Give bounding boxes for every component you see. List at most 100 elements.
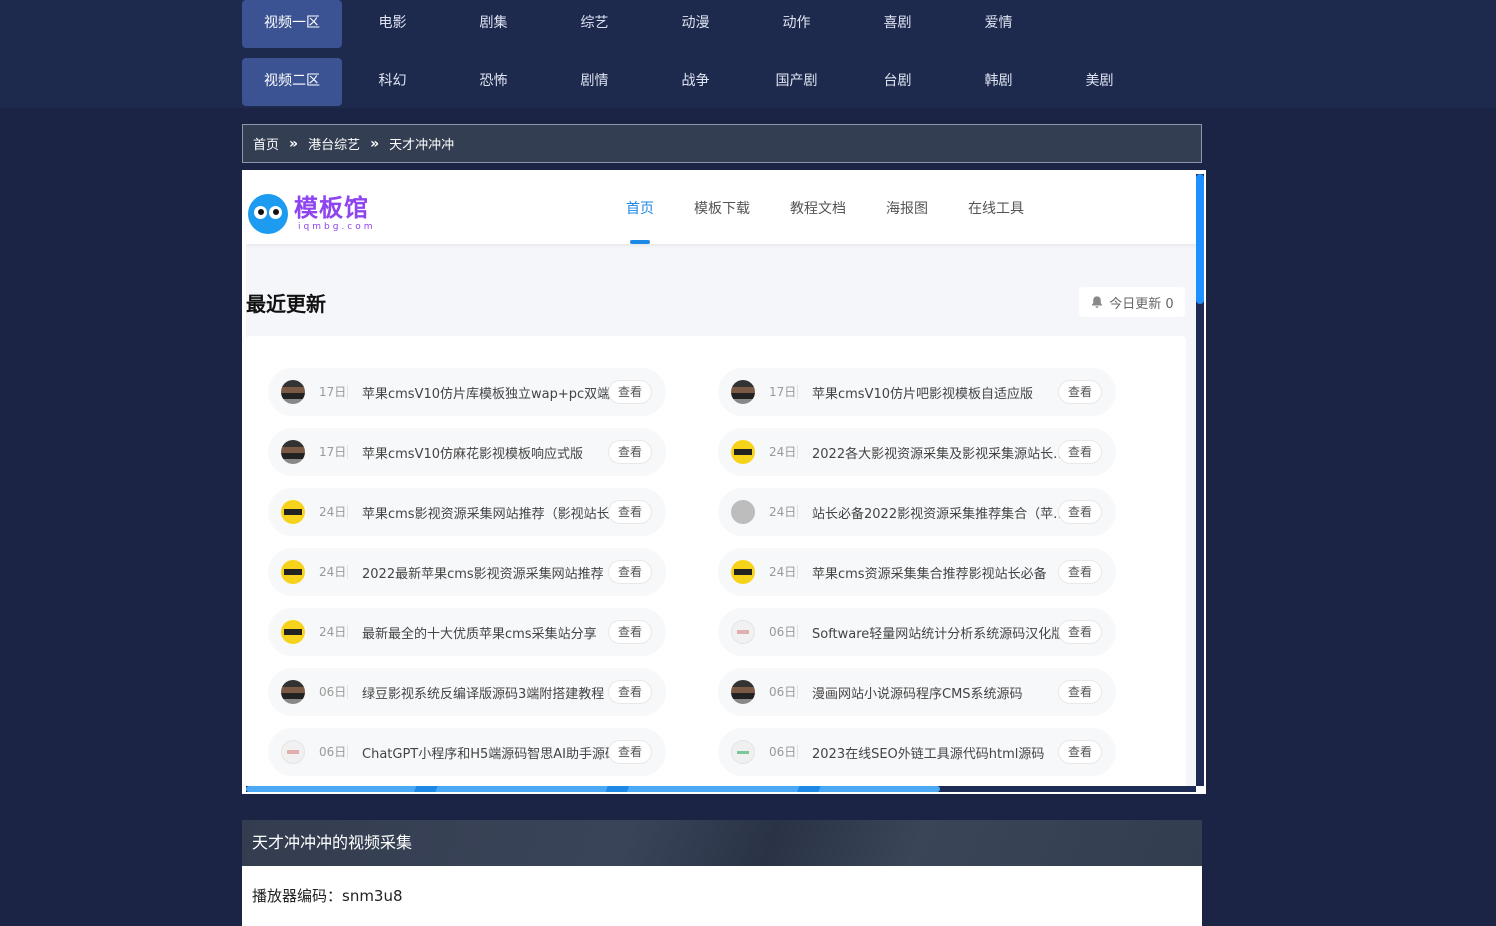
category-link[interactable]: 剧集 <box>443 0 544 48</box>
item-date: 24日 <box>769 445 798 459</box>
view-button[interactable]: 查看 <box>608 380 652 404</box>
vertical-scrollbar[interactable] <box>1196 174 1204 786</box>
list-item[interactable]: 17日 苹果cmsV10仿片吧影视模板自适应版 查看 <box>718 368 1116 416</box>
category-link[interactable]: 剧情 <box>544 58 645 106</box>
item-date: 06日 <box>319 685 348 699</box>
item-title-link[interactable]: 苹果cmsV10仿片库模板独立wap+pc双端 <box>362 383 624 402</box>
view-button[interactable]: 查看 <box>608 680 652 704</box>
site-nav-item[interactable]: 首页 <box>606 174 674 244</box>
view-button[interactable]: 查看 <box>1058 500 1102 524</box>
item-date: 24日 <box>319 565 348 579</box>
view-button[interactable]: 查看 <box>608 440 652 464</box>
item-date: 24日 <box>319 505 348 519</box>
category-nav-row-2: 视频二区 科幻 恐怖 剧情 战争 国产剧 台剧 韩剧 美剧 <box>242 58 1150 106</box>
vertical-scrollbar-thumb[interactable] <box>1196 174 1204 304</box>
site-nav-item[interactable]: 海报图 <box>866 174 948 244</box>
thumbnail-avatar <box>731 440 755 464</box>
item-title-link[interactable]: 苹果cms影视资源采集网站推荐（影视站长必备） <box>362 503 624 522</box>
list-item[interactable]: 24日 最新最全的十大优质苹果cms采集站分享 查看 <box>268 608 666 656</box>
breadcrumb-home[interactable]: 首页 <box>253 134 279 153</box>
view-button[interactable]: 查看 <box>1058 680 1102 704</box>
view-button[interactable]: 查看 <box>608 740 652 764</box>
item-title-link[interactable]: 站长必备2022影视资源采集推荐集合（苹果cms） <box>812 503 1074 522</box>
category-link[interactable]: 综艺 <box>544 0 645 48</box>
category-link[interactable]: 爱情 <box>948 0 1049 48</box>
item-date: 06日 <box>769 745 798 759</box>
category-link[interactable]: 恐怖 <box>443 58 544 106</box>
today-updates-badge[interactable]: 今日更新 0 <box>1079 287 1185 317</box>
item-title-link[interactable]: 绿豆影视系统反编译版源码3端附搭建教程 <box>362 683 624 702</box>
list-item[interactable]: 24日站长必备2022影视资源采集推荐集合（苹果cms）查看 <box>718 488 1116 536</box>
list-item[interactable]: 24日 2022最新苹果cms影视资源采集网站推荐 查看 <box>268 548 666 596</box>
view-button[interactable]: 查看 <box>1058 560 1102 584</box>
embedded-page: 模板馆 iqmbg.com 首页 模板下载 教程文档 海报图 在线工具 最近更新 今日更… <box>246 174 1196 786</box>
thumbnail-avatar <box>731 380 755 404</box>
item-title-link[interactable]: 2023在线SEO外链工具源代码html源码 <box>812 743 1074 762</box>
item-title-link[interactable]: 苹果cmsV10仿麻花影视模板响应式版 <box>362 443 624 462</box>
category-link[interactable]: 喜剧 <box>847 0 948 48</box>
list-item[interactable]: 17日 苹果cmsV10仿麻花影视模板响应式版 查看 <box>268 428 666 476</box>
thumbnail-avatar <box>281 440 305 464</box>
horizontal-scrollbar-thumb[interactable] <box>246 786 940 792</box>
view-button[interactable]: 查看 <box>608 500 652 524</box>
thumbnail-avatar <box>731 680 755 704</box>
thumbnail-avatar <box>731 740 755 764</box>
player-code: 播放器编码：snm3u8 <box>252 887 403 905</box>
item-title-link[interactable]: 最新最全的十大优质苹果cms采集站分享 <box>362 623 624 642</box>
row1-zone-button[interactable]: 视频一区 <box>242 0 342 48</box>
item-date: 06日 <box>319 745 348 759</box>
logo-domain: iqmbg.com <box>298 222 376 232</box>
breadcrumb-separator: » <box>289 135 299 152</box>
breadcrumb-category[interactable]: 港台综艺 <box>308 134 360 153</box>
row2-zone-button[interactable]: 视频二区 <box>242 58 342 106</box>
thumbnail-avatar <box>731 560 755 584</box>
view-button[interactable]: 查看 <box>608 560 652 584</box>
list-item[interactable]: 06日 绿豆影视系统反编译版源码3端附搭建教程 查看 <box>268 668 666 716</box>
breadcrumb-separator: » <box>370 135 380 152</box>
item-title-link[interactable]: ChatGPT小程序和H5端源码智思AI助手源码 <box>362 743 624 762</box>
list-item[interactable]: 17日 苹果cmsV10仿片库模板独立wap+pc双端 查看 <box>268 368 666 416</box>
category-link[interactable]: 台剧 <box>847 58 948 106</box>
recent-updates-list: 17日 苹果cmsV10仿片库模板独立wap+pc双端 查看 17日 苹果cmsV10仿… <box>246 336 1186 786</box>
list-item[interactable]: 24日 苹果cms影视资源采集网站推荐（影视站长必备） 查看 <box>268 488 666 536</box>
site-nav-item[interactable]: 教程文档 <box>770 174 866 244</box>
item-date: 24日 <box>319 625 348 639</box>
list-item[interactable]: 24日 苹果cms资源采集集合推荐影视站长必备 查看 <box>718 548 1116 596</box>
item-title-link[interactable]: Software轻量网站统计分析系统源码汉化版 <box>812 623 1074 642</box>
category-link[interactable]: 战争 <box>645 58 746 106</box>
list-item[interactable]: 06日 Software轻量网站统计分析系统源码汉化版 查看 <box>718 608 1116 656</box>
item-title-link[interactable]: 漫画网站小说源码程序CMS系统源码 <box>812 683 1074 702</box>
recent-updates-title: 最近更新 <box>246 292 326 316</box>
list-item[interactable]: 06日 ChatGPT小程序和H5端源码智思AI助手源码 查看 <box>268 728 666 776</box>
list-item[interactable]: 06日 漫画网站小说源码程序CMS系统源码 查看 <box>718 668 1116 716</box>
video-collection-header: 天才冲冲冲的视频采集 <box>242 820 1202 866</box>
site-logo[interactable]: 模板馆 iqmbg.com <box>248 194 376 238</box>
thumbnail-avatar <box>281 500 305 524</box>
item-title-link[interactable]: 苹果cmsV10仿片吧影视模板自适应版 <box>812 383 1074 402</box>
list-item[interactable]: 24日 2022各大影视资源采集及影视采集源站长必备 查看 <box>718 428 1116 476</box>
category-link[interactable]: 韩剧 <box>948 58 1049 106</box>
category-link[interactable]: 国产剧 <box>746 58 847 106</box>
category-link[interactable]: 动作 <box>746 0 847 48</box>
site-nav-item[interactable]: 模板下载 <box>674 174 770 244</box>
thumbnail-avatar <box>281 620 305 644</box>
view-button[interactable]: 查看 <box>1058 740 1102 764</box>
view-button[interactable]: 查看 <box>1058 440 1102 464</box>
category-link[interactable]: 美剧 <box>1049 58 1150 106</box>
item-title-link[interactable]: 2022最新苹果cms影视资源采集网站推荐 <box>362 563 624 582</box>
view-button[interactable]: 查看 <box>608 620 652 644</box>
item-date: 17日 <box>769 385 798 399</box>
category-link[interactable]: 电影 <box>342 0 443 48</box>
site-nav-item[interactable]: 在线工具 <box>948 174 1044 244</box>
list-item[interactable]: 06日 2023在线SEO外链工具源代码html源码 查看 <box>718 728 1116 776</box>
category-link[interactable]: 动漫 <box>645 0 746 48</box>
horizontal-scrollbar[interactable] <box>246 786 1196 792</box>
item-date: 17日 <box>319 385 348 399</box>
view-button[interactable]: 查看 <box>1058 620 1102 644</box>
category-link[interactable]: 科幻 <box>342 58 443 106</box>
item-title-link[interactable]: 2022各大影视资源采集及影视采集源站长必备 <box>812 443 1074 462</box>
view-button[interactable]: 查看 <box>1058 380 1102 404</box>
thumbnail-avatar <box>281 380 305 404</box>
thumbnail-avatar <box>281 740 305 764</box>
item-title-link[interactable]: 苹果cms资源采集集合推荐影视站长必备 <box>812 563 1074 582</box>
